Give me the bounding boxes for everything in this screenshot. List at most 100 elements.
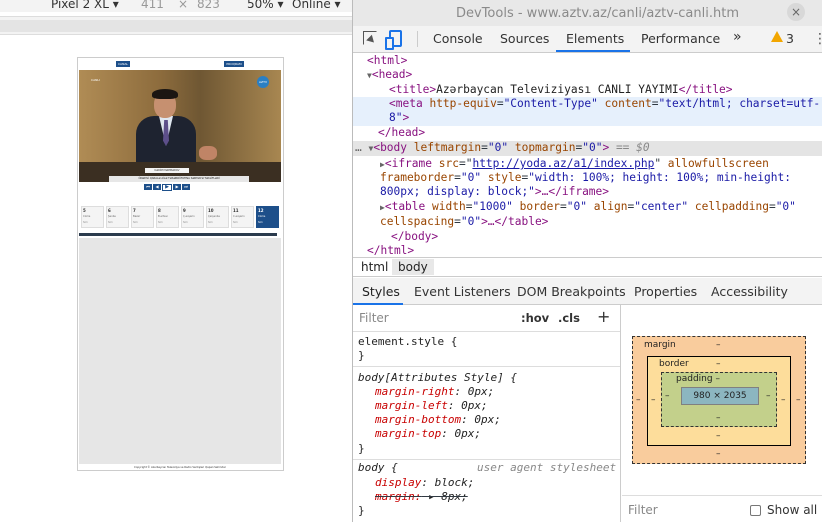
day-number: 7 <box>133 208 136 213</box>
ruler-segment[interactable] <box>0 20 352 32</box>
dom-node-html[interactable]: <html> <box>353 54 822 68</box>
schedule-days: 5 Cümə Sim 6 Şənbə Sim 7 Bazar Sim 8 B.ertəsi Si… <box>79 206 281 232</box>
css-declaration[interactable]: margin-bottom: 0px; <box>375 413 501 426</box>
padding-top-value: – <box>715 374 720 384</box>
tab-dom-breakpoints[interactable]: DOM Breakpoints <box>517 284 626 299</box>
cls-toggle[interactable]: .cls <box>558 311 580 325</box>
dom-node-html-close[interactable]: </html> <box>353 244 822 257</box>
prev-icon[interactable]: ◀ <box>153 184 161 190</box>
device-toolbar-icon[interactable] <box>385 30 402 50</box>
schedule-list[interactable] <box>79 238 281 464</box>
day-tab[interactable]: 7 Bazar Sim <box>131 206 154 228</box>
tab-performance[interactable]: Performance <box>641 31 720 46</box>
menu-icon[interactable]: ⋮ <box>813 31 822 47</box>
more-tabs-icon[interactable]: » <box>733 29 742 45</box>
css-declaration[interactable]: display: block; <box>375 476 474 489</box>
last-icon[interactable]: ⏭ <box>182 184 190 190</box>
css-declaration[interactable]: margin-top: 0px; <box>375 427 481 440</box>
top-right-button[interactable]: PROQRAM <box>224 61 244 67</box>
play-icon[interactable]: ▶ <box>162 184 172 191</box>
warning-count[interactable]: 3 <box>786 31 794 46</box>
padding-label-text: padding <box>676 374 713 384</box>
margin-label: margin <box>644 340 676 350</box>
tab-event-listeners[interactable]: Event Listeners <box>414 284 511 299</box>
css-prop: margin-top <box>375 427 442 440</box>
show-all-label[interactable]: Show all <box>767 503 817 517</box>
css-declaration[interactable]: margin-right: 0px; <box>375 385 494 398</box>
day-tab[interactable]: 9 Ç.axşamı Sim <box>181 206 204 228</box>
box-model-margin[interactable]: margin – – – – border – – – – padding – … <box>632 336 806 464</box>
day-tab[interactable]: 8 B.ertəsi Sim <box>156 206 179 228</box>
day-name: Şənbə <box>108 215 116 218</box>
tab-accessibility[interactable]: Accessibility <box>711 284 788 299</box>
day-tab[interactable]: 6 Şənbə Sim <box>106 206 129 228</box>
top-left-button[interactable]: CANAL <box>116 61 130 67</box>
live-video-player[interactable]: CANLI AZTV KƏRİM MƏMMƏDOV ÖNƏMLİ QARALƏ … <box>79 70 281 182</box>
inspect-element-icon[interactable] <box>363 31 377 45</box>
table-attr: cellpadding <box>694 200 769 213</box>
breadcrumb-html[interactable]: html <box>355 259 394 275</box>
day-tab[interactable]: 11 C.axşamı Sim <box>231 206 254 228</box>
day-tab[interactable]: 10 Çərşənbə Sim <box>206 206 229 228</box>
css-declaration-overridden[interactable]: margin: ▸ 8px; <box>375 490 468 503</box>
day-number: 8 <box>158 208 161 213</box>
dom-tree[interactable]: <html> ▼<head> <title>Azərbaycan Televiz… <box>353 53 822 257</box>
day-note: Sim <box>133 221 138 224</box>
tab-elements[interactable]: Elements <box>566 31 624 46</box>
breadcrumb-body[interactable]: body <box>392 259 434 275</box>
zoom-select[interactable]: 50% ▾ <box>247 0 284 11</box>
warning-icon[interactable] <box>771 31 783 42</box>
height-input[interactable]: 823 <box>197 0 220 11</box>
box-model-content[interactable]: 980 × 2035 <box>681 387 759 405</box>
css-declaration[interactable]: margin-left: 0px; <box>375 399 488 412</box>
rule-selector: body { <box>358 461 398 474</box>
network-select[interactable]: Online ▾ <box>292 0 341 11</box>
add-rule-icon[interactable]: + <box>597 307 610 326</box>
iframe-src-link[interactable]: http://yoda.az/a1/index.php <box>472 157 654 170</box>
dom-node-table[interactable]: ▶<table width="1000" border="0" align="c… <box>353 200 822 215</box>
title-close-tag: </title> <box>678 83 733 96</box>
rule-user-agent[interactable]: body { user agent stylesheet display: bl… <box>353 461 620 522</box>
emulated-page[interactable]: CANAL PROQRAM CANLI AZTV KƏRİM MƏMMƏDOV … <box>77 57 284 471</box>
table-attr: align <box>593 200 628 213</box>
dom-node-body-close[interactable]: </body> <box>353 230 822 244</box>
title-text: Azərbaycan Televiziyası CANLI YAYIMI <box>436 83 679 96</box>
next-icon[interactable]: ▶ <box>173 184 181 190</box>
copyright-text: Copyright © Azərbaycan Televiziya və Rad… <box>134 466 226 469</box>
first-icon[interactable]: ⏮ <box>144 184 152 190</box>
day-note: Sim <box>83 221 88 224</box>
rule-close: } <box>358 504 365 517</box>
schedule-header-bar <box>79 233 277 236</box>
width-input[interactable]: 411 <box>141 0 164 11</box>
box-model-border[interactable]: border – – – – padding – – – – 980 × 203… <box>647 356 791 446</box>
table-value: "0" <box>775 200 796 213</box>
computed-filter-input[interactable]: Filter <box>628 503 658 517</box>
close-icon[interactable]: × <box>787 3 805 21</box>
styles-filter-input[interactable]: Filter <box>359 311 389 325</box>
day-tab[interactable]: 5 Cümə Sim <box>81 206 104 228</box>
day-tab-active[interactable]: 12 Cümə Sim <box>256 206 279 228</box>
tab-styles[interactable]: Styles <box>362 284 400 299</box>
show-all-checkbox[interactable] <box>750 505 761 516</box>
rule-attributes-style[interactable]: body[Attributes Style] { margin-right: 0… <box>353 368 620 460</box>
css-value: 0px; <box>461 399 488 412</box>
device-toolbar: Pixel 2 XL ▾ 411 × 823 50% ▾ Online ▾ <box>0 0 352 12</box>
rule-element-style[interactable]: element.style { } <box>353 333 620 367</box>
dom-node-title[interactable]: <title>Azərbaycan Televiziyası CANLI YAY… <box>353 83 822 97</box>
tab-sources[interactable]: Sources <box>500 31 549 46</box>
day-name: Ç.axşamı <box>183 215 195 218</box>
table-value: "center" <box>634 200 689 213</box>
tab-console[interactable]: Console <box>433 31 483 46</box>
dom-node-head-close[interactable]: </head> <box>353 126 822 140</box>
device-select[interactable]: Pixel 2 XL ▾ <box>51 0 119 11</box>
styles-filter-row: Filter :hov .cls + <box>353 305 620 332</box>
dom-node-head[interactable]: ▼<head> <box>353 68 822 83</box>
tab-properties[interactable]: Properties <box>634 284 697 299</box>
box-model-padding[interactable]: padding – – – – 980 × 2035 <box>661 372 777 427</box>
iframe-attr: allowfullscreen <box>667 157 769 170</box>
media-query-ruler[interactable] <box>0 17 352 35</box>
hov-toggle[interactable]: :hov <box>521 311 549 325</box>
dom-node-body-selected[interactable]: … ▼<body leftmargin="0" topmargin="0"> =… <box>353 141 822 157</box>
day-number: 5 <box>83 208 86 213</box>
border-left-value: – <box>651 395 656 405</box>
